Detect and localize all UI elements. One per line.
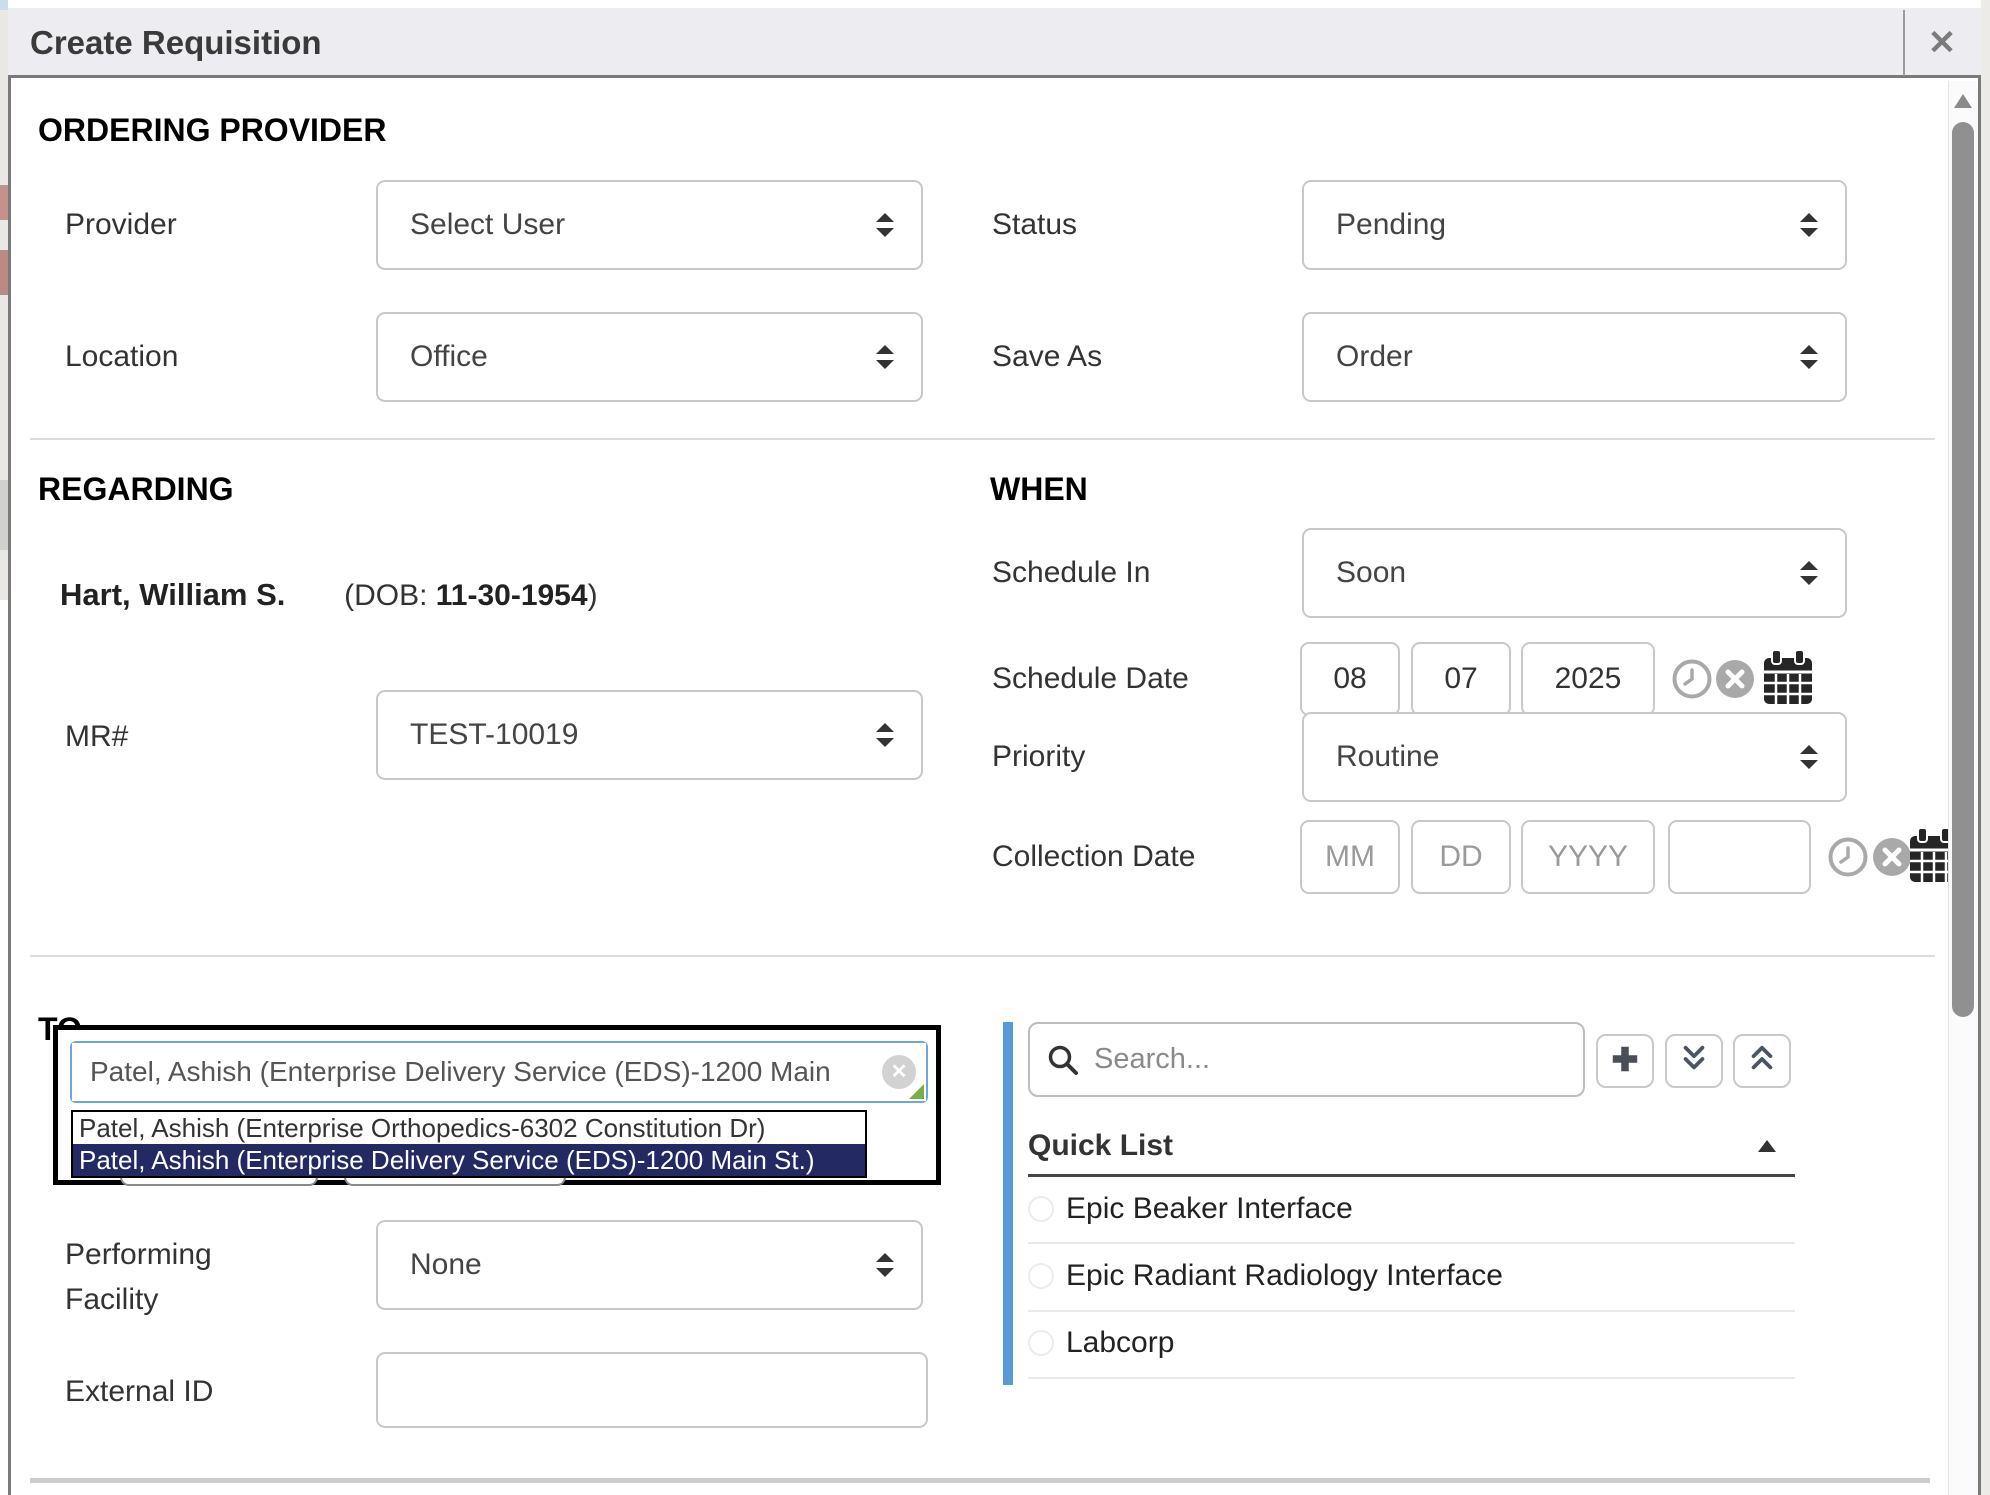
- ordering-provider-heading: ORDERING PROVIDER: [38, 112, 386, 149]
- collection-time-input[interactable]: [1668, 820, 1811, 894]
- select-caret-icon: [875, 344, 921, 370]
- select-caret-icon: [1799, 560, 1845, 586]
- select-caret-icon: [1799, 744, 1845, 770]
- priority-label: Priority: [992, 739, 1085, 775]
- collection-month-input[interactable]: [1300, 820, 1400, 894]
- select-caret-icon: [1799, 344, 1845, 370]
- provider-select[interactable]: Select User: [376, 180, 923, 270]
- dob-prefix: (DOB:: [344, 579, 436, 612]
- schedule-day-input[interactable]: [1411, 642, 1511, 716]
- performing-facility-select[interactable]: None: [376, 1220, 923, 1310]
- schedule-month-input[interactable]: [1300, 642, 1400, 716]
- decorative-fragment: [0, 0, 8, 10]
- collection-calendar-icon[interactable]: [1908, 828, 1948, 888]
- schedule-in-select[interactable]: Soon: [1302, 528, 1847, 618]
- select-caret-icon: [875, 1252, 921, 1278]
- dob-value: 11-30-1954: [436, 579, 588, 612]
- quick-list-radio[interactable]: [1028, 1263, 1054, 1289]
- suggestion-item-highlighted[interactable]: Patel, Ashish (Enterprise Delivery Servi…: [73, 1144, 865, 1176]
- list-separator: [1028, 1377, 1795, 1379]
- quick-list-rule: [1028, 1174, 1795, 1177]
- close-icon[interactable]: ✕: [1906, 8, 1978, 78]
- location-label: Location: [65, 339, 178, 375]
- search-input[interactable]: [1092, 1042, 1583, 1077]
- priority-select[interactable]: Routine: [1302, 712, 1847, 802]
- background-page-left-edge: [0, 0, 8, 600]
- status-label: Status: [992, 207, 1077, 243]
- provider-label: Provider: [65, 207, 177, 243]
- location-select[interactable]: Office: [376, 312, 923, 402]
- directory-accent-bar: [1003, 1022, 1013, 1385]
- quick-list-item[interactable]: Epic Beaker Interface: [1066, 1191, 1353, 1227]
- recipient-suggestion-list: Patel, Ashish (Enterprise Orthopedics-63…: [71, 1110, 867, 1178]
- scrollbar-up-arrow[interactable]: [1954, 94, 1972, 108]
- suggestion-item[interactable]: Patel, Ashish (Enterprise Orthopedics-63…: [73, 1112, 865, 1144]
- collection-year-input[interactable]: [1521, 820, 1655, 894]
- schedule-date-label: Schedule Date: [992, 661, 1189, 697]
- list-separator: [1028, 1242, 1795, 1244]
- mr-select[interactable]: TEST-10019: [376, 690, 923, 780]
- add-button[interactable]: [1596, 1034, 1654, 1088]
- schedule-calendar-icon[interactable]: [1762, 650, 1814, 713]
- bottom-divider: [30, 1478, 1930, 1483]
- dob-suffix: ): [588, 579, 598, 612]
- schedule-date-clear-icon[interactable]: [1714, 658, 1756, 700]
- decorative-fragment: [0, 480, 8, 550]
- section-divider: [30, 438, 1935, 440]
- background-page-right-edge: [1981, 0, 1990, 1495]
- directory-search-box: [1028, 1022, 1585, 1097]
- section-divider: [30, 955, 1935, 957]
- double-chevron-up-icon: [1746, 1044, 1778, 1079]
- recipient-input-wrapper: ✕: [70, 1041, 928, 1103]
- list-separator: [1028, 1310, 1795, 1312]
- recipient-input[interactable]: [72, 1043, 926, 1101]
- quick-list-item[interactable]: Epic Radiant Radiology Interface: [1066, 1258, 1503, 1294]
- header-divider: [1903, 10, 1905, 76]
- schedule-year-input[interactable]: [1521, 642, 1655, 716]
- screen: Create Requisition ✕ ORDERING PROVIDER P…: [0, 0, 1990, 1495]
- patient-line: Hart, William S. (DOB: 11-30-1954): [60, 576, 598, 614]
- select-caret-icon: [875, 722, 921, 748]
- resize-grip-icon[interactable]: [909, 1084, 924, 1099]
- recipient-picker: ✕ Patel, Ashish (Enterprise Orthopedics-…: [53, 1025, 941, 1185]
- external-id-label: External ID: [65, 1374, 213, 1410]
- decorative-fragment: [0, 250, 8, 295]
- select-caret-icon: [1799, 212, 1845, 238]
- performing-facility-label: Performing Facility: [65, 1232, 300, 1322]
- when-heading: WHEN: [990, 471, 1088, 508]
- patient-name: Hart, William S.: [60, 577, 285, 612]
- mr-label: MR#: [65, 719, 128, 755]
- schedule-in-label: Schedule In: [992, 555, 1150, 591]
- dialog-title: Create Requisition: [30, 8, 322, 78]
- quick-list-item[interactable]: Labcorp: [1066, 1325, 1174, 1361]
- schedule-time-clock-icon[interactable]: [1671, 658, 1713, 700]
- decorative-fragment: [0, 185, 8, 220]
- status-select[interactable]: Pending: [1302, 180, 1847, 270]
- scrollbar-thumb[interactable]: [1952, 122, 1974, 1017]
- double-chevron-down-icon: [1678, 1044, 1710, 1079]
- collection-date-label: Collection Date: [992, 839, 1195, 875]
- external-id-input[interactable]: [376, 1352, 928, 1428]
- quick-list-heading: Quick List: [1028, 1129, 1173, 1163]
- quick-list-radio[interactable]: [1028, 1330, 1054, 1356]
- plus-icon: [1609, 1043, 1641, 1080]
- save-as-select[interactable]: Order: [1302, 312, 1847, 402]
- collection-date-clear-icon[interactable]: [1871, 836, 1913, 878]
- collection-time-clock-icon[interactable]: [1827, 836, 1869, 878]
- move-all-down-button[interactable]: [1665, 1034, 1723, 1088]
- quick-list-radio[interactable]: [1028, 1196, 1054, 1222]
- move-all-up-button[interactable]: [1733, 1034, 1791, 1088]
- collection-day-input[interactable]: [1411, 820, 1511, 894]
- save-as-label: Save As: [992, 339, 1102, 375]
- search-icon: [1030, 1043, 1092, 1077]
- regarding-heading: REGARDING: [38, 471, 234, 508]
- select-caret-icon: [875, 212, 921, 238]
- collapse-caret-icon[interactable]: [1758, 1140, 1776, 1152]
